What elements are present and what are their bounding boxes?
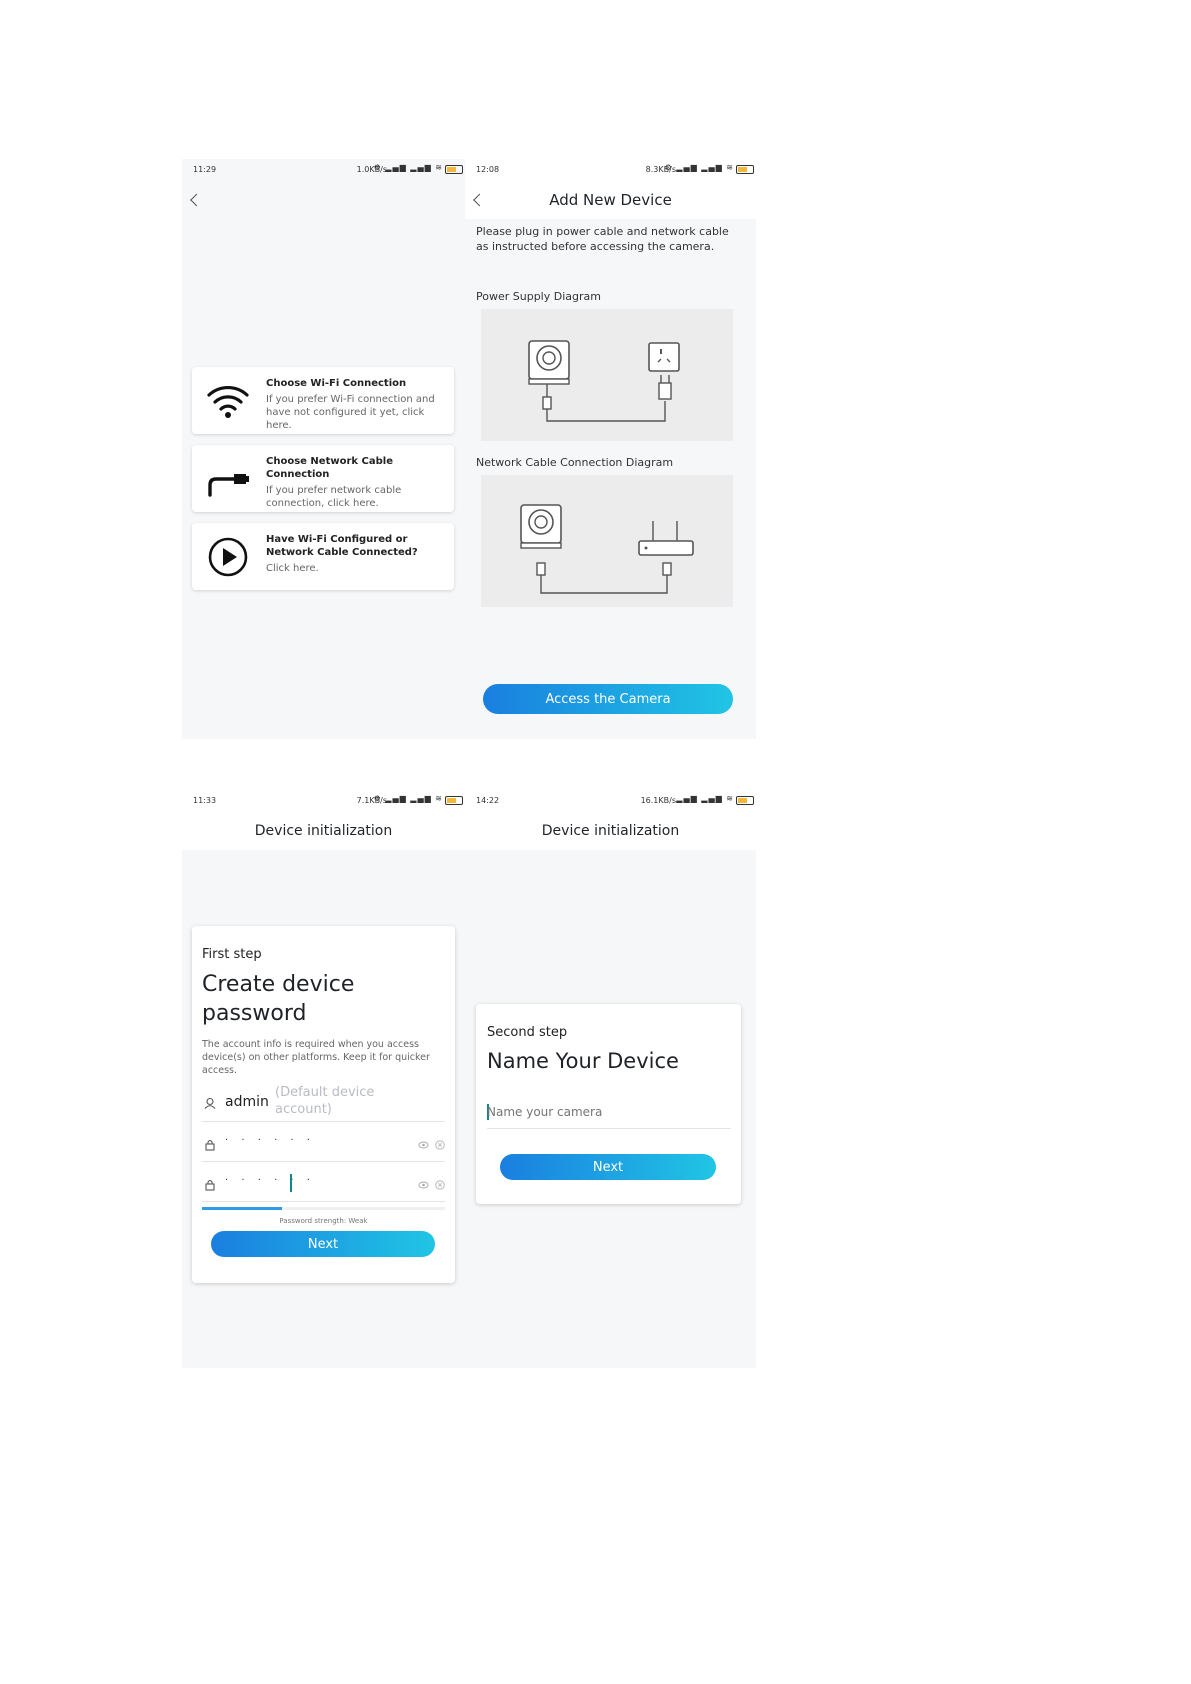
password-card: First step Create device password The ac…	[192, 926, 455, 1283]
signal-wifi-icons: ▂▄▆ ▂▄▆ ≋	[676, 794, 734, 803]
clear-icon[interactable]	[435, 1180, 445, 1190]
status-bar: 12:08 8.3KB/s ⚙ ▂▄▆ ▂▄▆ ≋	[465, 159, 756, 181]
next-button[interactable]: Next	[500, 1154, 716, 1180]
status-bar: 11:29 1.0KB/s ⚙ ▂▄▆ ▂▄▆ ≋	[182, 159, 465, 181]
card-description: The account info is required when you ac…	[202, 1039, 430, 1076]
ethernet-cable-icon	[208, 474, 249, 497]
power-supply-illustration	[528, 340, 680, 422]
status-time: 12:08	[476, 165, 500, 174]
divider	[202, 1161, 445, 1162]
power-diagram-label: Power Supply Diagram	[476, 290, 601, 303]
text-cursor	[290, 1174, 292, 1192]
option-title: Choose Wi-Fi Connection	[266, 378, 407, 389]
option-description: Click here.	[266, 563, 319, 574]
page-header: Device initialization	[465, 812, 756, 850]
page-header: Device initialization	[182, 812, 465, 850]
power-supply-diagram	[481, 309, 733, 441]
back-chevron-icon	[473, 193, 486, 207]
divider	[202, 1201, 445, 1202]
wifi-icon	[207, 385, 249, 418]
status-bar: 11:33 7.1KB/s ⚙ ▂▄▆ ▂▄▆ ≋	[182, 790, 465, 812]
option-wifi[interactable]: Choose Wi-Fi Connection If you prefer Wi…	[192, 367, 454, 434]
password-strength-fill	[202, 1207, 283, 1210]
lock-icon	[205, 1179, 215, 1191]
network-diagram-label: Network Cable Connection Diagram	[476, 456, 674, 469]
password-strength-label: Password strength: Weak	[279, 1217, 368, 1225]
option-title: Choose Network Cable Connection	[266, 456, 393, 480]
page-title: Add New Device	[549, 191, 672, 209]
screen-name-device: 14:22 16.1KB/s ▂▄▆ ▂▄▆ ≋ Device initiali…	[465, 790, 756, 1368]
screen-add-new-device: 12:08 8.3KB/s ⚙ ▂▄▆ ▂▄▆ ≋ Add New Device…	[465, 159, 756, 739]
page-title: Device initialization	[541, 823, 680, 839]
screen-connection-options: 11:29 1.0KB/s ⚙ ▂▄▆ ▂▄▆ ≋ Choose Wi-Fi C…	[182, 159, 465, 739]
battery-icon	[445, 796, 463, 805]
battery-icon	[445, 165, 463, 174]
divider	[202, 1121, 445, 1122]
network-cable-illustration	[520, 504, 694, 594]
status-network-speed: 16.1KB/s	[640, 796, 676, 805]
card-heading: Create device password	[202, 972, 355, 1026]
status-bar: 14:22 16.1KB/s ▂▄▆ ▂▄▆ ≋	[465, 790, 756, 812]
username-value: admin	[225, 1094, 269, 1110]
lock-icon	[205, 1139, 215, 1151]
eye-off-icon[interactable]	[418, 1180, 429, 1190]
eye-off-icon[interactable]	[418, 1140, 429, 1150]
clear-icon[interactable]	[435, 1140, 445, 1150]
step-label: Second step	[487, 1025, 568, 1040]
battery-icon	[736, 165, 754, 174]
signal-wifi-icons: ⚙ ▂▄▆ ▂▄▆ ≋	[664, 163, 734, 172]
username-hint: (Default device account)	[275, 1085, 375, 1117]
status-time: 11:29	[193, 165, 217, 174]
play-icon	[208, 537, 248, 577]
name-device-card: Second step Name Your Device Next	[476, 1004, 741, 1204]
signal-wifi-icons: ⚙ ▂▄▆ ▂▄▆ ≋	[373, 163, 443, 172]
back-chevron-icon	[190, 193, 203, 207]
back-button[interactable]	[465, 181, 505, 219]
divider	[487, 1128, 731, 1129]
confirm-password-field[interactable]: · · · · · ·	[225, 1175, 315, 1186]
signal-wifi-icons: ⚙ ▂▄▆ ▂▄▆ ≋	[373, 794, 443, 803]
option-description: If you prefer network cable connection, …	[266, 485, 402, 509]
password-field[interactable]: · · · · · ·	[225, 1135, 315, 1146]
card-heading: Name Your Device	[487, 1049, 679, 1073]
next-button[interactable]: Next	[211, 1231, 435, 1257]
step-label: First step	[202, 947, 262, 962]
password-strength-track	[202, 1207, 445, 1210]
option-network-cable[interactable]: Choose Network Cable Connection If you p…	[192, 445, 454, 512]
page-header: Add New Device	[465, 181, 756, 219]
device-name-input[interactable]	[487, 1102, 717, 1122]
status-time: 11:33	[193, 796, 217, 805]
instruction-text: Please plug in power cable and network c…	[476, 225, 729, 253]
status-time: 14:22	[476, 796, 500, 805]
user-icon	[204, 1097, 216, 1109]
access-camera-button[interactable]: Access the Camera	[483, 684, 733, 714]
page-title: Device initialization	[254, 823, 393, 839]
option-already-configured[interactable]: Have Wi-Fi Configured or Network Cable C…	[192, 523, 454, 590]
screen-create-password: 11:33 7.1KB/s ⚙ ▂▄▆ ▂▄▆ ≋ Device initial…	[182, 790, 465, 1368]
network-cable-diagram	[481, 475, 733, 607]
option-title: Have Wi-Fi Configured or Network Cable C…	[266, 534, 418, 558]
back-button[interactable]	[182, 181, 222, 219]
option-description: If you prefer Wi-Fi connection and have …	[266, 394, 435, 431]
battery-icon	[736, 796, 754, 805]
